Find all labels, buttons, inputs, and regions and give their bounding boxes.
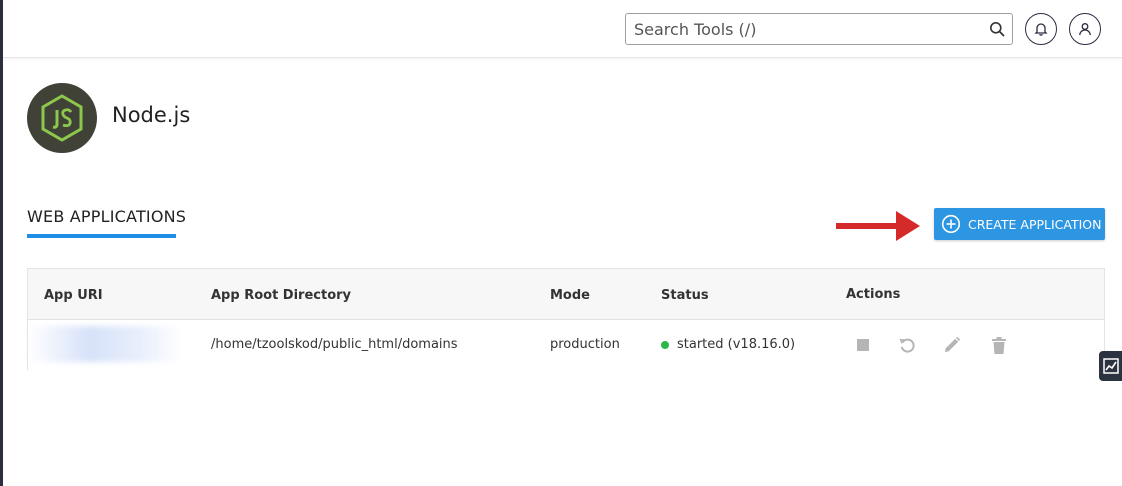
stop-button[interactable] xyxy=(852,334,874,356)
web-applications-table: App URI App Root Directory Mode Status A… xyxy=(27,268,1105,370)
active-tab-indicator xyxy=(27,234,176,238)
plus-circle-icon xyxy=(941,214,961,234)
chart-line-icon xyxy=(1102,358,1119,374)
nodejs-hexagon-icon xyxy=(41,94,83,142)
column-header-actions: Actions xyxy=(846,287,901,302)
column-header-app-uri: App URI xyxy=(44,288,103,303)
nodejs-logo xyxy=(27,83,97,153)
search-input[interactable] xyxy=(634,18,974,40)
status-cell: started (v18.16.0) xyxy=(661,337,795,352)
mode-cell: production xyxy=(550,337,620,352)
restart-icon xyxy=(899,338,915,353)
status-running-dot xyxy=(661,340,669,349)
table-header: App URI App Root Directory Mode Status A… xyxy=(28,269,1104,320)
table-row: /home/tzoolskod/public_html/domains prod… xyxy=(28,320,1104,370)
pencil-icon xyxy=(945,336,961,352)
stop-icon xyxy=(857,339,869,351)
page-title: Node.js xyxy=(112,103,191,127)
notifications-button[interactable] xyxy=(1025,13,1057,45)
search-icon[interactable] xyxy=(989,21,1005,37)
bell-icon xyxy=(1034,23,1048,36)
edit-button[interactable] xyxy=(941,334,963,356)
red-arrow-annotation xyxy=(836,211,920,241)
column-header-mode: Mode xyxy=(550,288,590,303)
tab-web-applications[interactable]: WEB APPLICATIONS xyxy=(27,207,186,226)
create-application-button[interactable]: CREATE APPLICATION xyxy=(934,208,1105,240)
create-application-label: CREATE APPLICATION xyxy=(968,216,1102,232)
top-bar xyxy=(3,0,1122,58)
user-icon xyxy=(1079,23,1091,36)
user-menu-button[interactable] xyxy=(1069,13,1101,45)
trash-icon xyxy=(992,336,1006,354)
column-header-status: Status xyxy=(661,288,709,303)
delete-button[interactable] xyxy=(988,334,1010,356)
restart-button[interactable] xyxy=(896,334,918,356)
search-box[interactable] xyxy=(625,13,1013,45)
analytics-widget-button[interactable] xyxy=(1099,351,1122,381)
left-edge-border xyxy=(0,0,3,486)
status-text: started (v18.16.0) xyxy=(677,337,796,352)
app-uri-cell-blurred[interactable] xyxy=(28,326,183,362)
column-header-app-root: App Root Directory xyxy=(211,288,352,303)
app-root-cell: /home/tzoolskod/public_html/domains xyxy=(211,337,458,352)
